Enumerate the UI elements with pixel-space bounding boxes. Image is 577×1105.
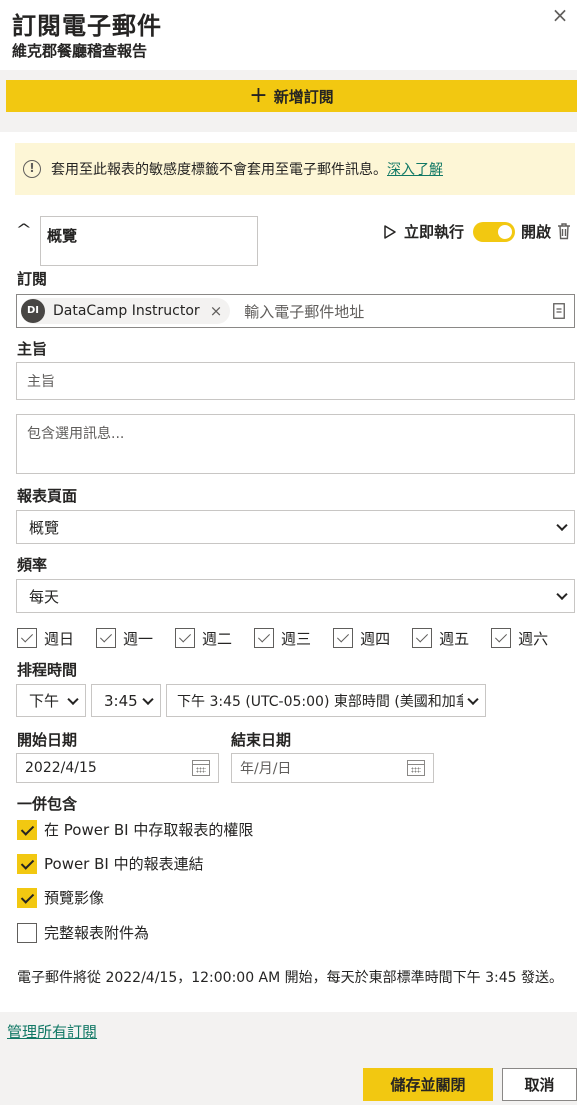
day-sunday[interactable]: 週日 bbox=[17, 626, 74, 650]
checkbox[interactable] bbox=[96, 628, 117, 648]
day-label: 週三 bbox=[281, 629, 312, 648]
calendar-icon[interactable] bbox=[407, 760, 425, 776]
recipients-label: 訂閱 bbox=[17, 270, 48, 288]
include-label: 一併包含 bbox=[17, 795, 78, 813]
checkbox[interactable] bbox=[412, 628, 433, 648]
dialog-title: 訂閱電子郵件 bbox=[12, 12, 162, 40]
subscription-name-input[interactable]: 概覽 bbox=[40, 216, 258, 266]
start-date-input[interactable]: 2022/4/15 bbox=[16, 753, 219, 783]
learn-more-link[interactable]: 深入了解 bbox=[387, 159, 443, 179]
end-date-label: 結束日期 bbox=[231, 731, 292, 749]
chevron-down-icon bbox=[556, 519, 568, 532]
day-tuesday[interactable]: 週二 bbox=[175, 626, 232, 650]
include-item-label: Power BI 中的報表連結 bbox=[44, 855, 204, 873]
avatar: DI bbox=[21, 299, 45, 323]
run-now-label: 立即執行 bbox=[404, 223, 465, 241]
checkbox[interactable] bbox=[17, 628, 37, 648]
checkbox[interactable] bbox=[254, 628, 275, 648]
include-report-link[interactable]: Power BI 中的報表連結 bbox=[17, 853, 204, 874]
warning-icon: ! bbox=[23, 160, 41, 178]
manage-subscriptions-link[interactable]: 管理所有訂閱 bbox=[7, 1021, 97, 1042]
day-wednesday[interactable]: 週三 bbox=[254, 626, 311, 650]
timezone-select[interactable]: 下午 3:45 (UTC-05:00) 東部時間 (美國和加拿大) bbox=[166, 684, 486, 717]
add-subscription-label: 新增訂閱 bbox=[273, 87, 334, 106]
add-subscription-button[interactable]: + 新增訂閱 bbox=[6, 80, 577, 112]
checkbox[interactable] bbox=[17, 922, 37, 943]
frequency-label: 頻率 bbox=[17, 556, 48, 574]
recipients-field[interactable]: DI DataCamp Instructor × 輸入電子郵件地址 bbox=[16, 294, 575, 328]
sensitivity-notice: ! 套用至此報表的敏感度標籤不會套用至電子郵件訊息。 深入了解 bbox=[15, 143, 575, 195]
schedule-label: 排程時間 bbox=[17, 661, 78, 679]
checkbox[interactable] bbox=[17, 887, 37, 908]
dialog-header: 訂閱電子郵件 維克郡餐廳稽查報告 × bbox=[0, 0, 577, 70]
ampm-value: 下午 bbox=[29, 692, 60, 710]
include-access-permission[interactable]: 在 Power BI 中存取報表的權限 bbox=[17, 819, 253, 840]
toggle-knob bbox=[498, 225, 512, 239]
chevron-down-icon bbox=[67, 693, 79, 705]
remove-recipient-icon[interactable]: × bbox=[210, 302, 223, 320]
report-name: 維克郡餐廳稽查報告 bbox=[12, 42, 148, 60]
ampm-select[interactable]: 下午 bbox=[16, 684, 86, 717]
trash-icon[interactable] bbox=[557, 222, 571, 240]
report-page-label: 報表頁面 bbox=[17, 487, 78, 505]
start-date-label: 開始日期 bbox=[17, 731, 78, 749]
weekday-checkboxes: 週日 週一 週二 週三 週四 週五 週六 bbox=[17, 626, 577, 650]
play-icon bbox=[384, 224, 396, 239]
include-preview-image[interactable]: 預覽影像 bbox=[17, 887, 104, 908]
email-input-placeholder[interactable]: 輸入電子郵件地址 bbox=[244, 301, 364, 322]
day-label: 週一 bbox=[123, 629, 154, 648]
recipient-chip[interactable]: DI DataCamp Instructor × bbox=[21, 298, 231, 324]
report-page-value: 概覽 bbox=[29, 518, 60, 537]
include-item-label: 在 Power BI 中存取報表的權限 bbox=[44, 821, 254, 839]
day-saturday[interactable]: 週六 bbox=[491, 626, 548, 650]
recipient-name: DataCamp Instructor bbox=[53, 303, 200, 319]
calendar-icon[interactable] bbox=[192, 760, 210, 776]
include-item-label: 預覽影像 bbox=[44, 889, 105, 907]
checkbox[interactable] bbox=[17, 853, 37, 874]
checkbox[interactable] bbox=[175, 628, 196, 648]
time-select[interactable]: 3:45 bbox=[91, 684, 161, 717]
subject-input[interactable]: 主旨 bbox=[16, 362, 575, 400]
report-page-select[interactable]: 概覽 bbox=[16, 510, 575, 544]
checkbox[interactable] bbox=[491, 628, 512, 648]
collapse-icon[interactable]: ^ bbox=[16, 222, 32, 238]
frequency-value: 每天 bbox=[29, 587, 60, 606]
day-label: 週五 bbox=[439, 629, 470, 648]
end-date-input[interactable]: 年/月/日 bbox=[231, 753, 434, 783]
checkbox[interactable] bbox=[17, 819, 37, 840]
schedule-summary: 電子郵件將從 2022/4/15，12:00:00 AM 開始，每天於東部標準時… bbox=[17, 970, 564, 986]
toggle-label: 開啟 bbox=[521, 223, 552, 241]
include-full-attachment[interactable]: 完整報表附件為 bbox=[17, 922, 149, 943]
chevron-down-icon bbox=[142, 693, 154, 705]
address-book-icon[interactable] bbox=[553, 303, 565, 319]
day-label: 週六 bbox=[518, 629, 549, 648]
subscription-toggle[interactable] bbox=[473, 222, 515, 242]
time-value: 3:45 bbox=[104, 691, 138, 710]
subject-label: 主旨 bbox=[17, 340, 48, 358]
end-date-placeholder: 年/月/日 bbox=[240, 761, 292, 777]
include-item-label: 完整報表附件為 bbox=[44, 924, 150, 942]
notice-text: 套用至此報表的敏感度標籤不會套用至電子郵件訊息。 bbox=[51, 162, 387, 178]
day-label: 週二 bbox=[202, 629, 233, 648]
day-label: 週日 bbox=[44, 629, 75, 648]
checkbox[interactable] bbox=[333, 628, 354, 648]
chevron-down-icon bbox=[467, 693, 479, 705]
cancel-button[interactable]: 取消 bbox=[502, 1068, 577, 1101]
day-friday[interactable]: 週五 bbox=[412, 626, 469, 650]
chevron-down-icon bbox=[556, 588, 568, 601]
frequency-select[interactable]: 每天 bbox=[16, 579, 575, 613]
plus-icon: + bbox=[249, 83, 268, 108]
save-and-close-button[interactable]: 儲存並關閉 bbox=[363, 1068, 493, 1101]
timezone-value: 下午 3:45 (UTC-05:00) 東部時間 (美國和加拿大) bbox=[177, 693, 463, 710]
day-label: 週四 bbox=[360, 629, 391, 648]
close-icon[interactable]: × bbox=[549, 4, 571, 26]
run-now-button[interactable]: 立即執行 bbox=[384, 221, 464, 242]
day-thursday[interactable]: 週四 bbox=[333, 626, 390, 650]
day-monday[interactable]: 週一 bbox=[96, 626, 153, 650]
message-textarea[interactable]: 包含選用訊息... bbox=[16, 414, 575, 474]
start-date-value: 2022/4/15 bbox=[25, 760, 97, 776]
